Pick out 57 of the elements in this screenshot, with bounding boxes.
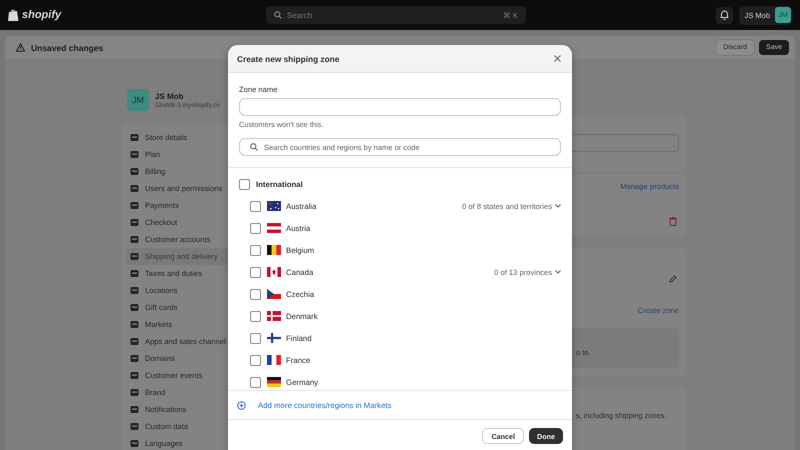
checkbox[interactable] xyxy=(250,222,261,234)
checkbox[interactable] xyxy=(250,354,261,366)
menu-item-icon xyxy=(130,218,139,227)
checkbox[interactable] xyxy=(250,310,261,322)
checkbox[interactable] xyxy=(250,266,261,278)
flag-icon xyxy=(267,201,281,211)
menu-item-icon xyxy=(130,303,139,312)
checkbox[interactable] xyxy=(250,376,261,388)
menu-item-icon xyxy=(130,337,139,346)
flag-icon xyxy=(267,311,281,321)
menu-item-icon xyxy=(130,388,139,397)
menu-item-icon xyxy=(130,235,139,244)
flag-icon xyxy=(267,377,281,387)
chevron-down-icon xyxy=(555,270,561,274)
menu-item-icon xyxy=(130,269,139,278)
close-icon xyxy=(554,55,561,62)
search-icon xyxy=(274,11,282,19)
shopping-bag-icon xyxy=(8,8,19,22)
menu-item-icon xyxy=(130,167,139,176)
checkbox[interactable] xyxy=(250,200,261,212)
menu-item-icon xyxy=(130,371,139,380)
trash-icon[interactable] xyxy=(669,217,677,226)
shopify-logo-text[interactable]: shopify xyxy=(22,9,62,21)
checkbox[interactable] xyxy=(250,288,261,300)
warning-icon xyxy=(16,43,25,52)
menu-item-icon xyxy=(130,201,139,210)
checkbox[interactable] xyxy=(239,178,250,190)
menu-item-icon xyxy=(130,133,139,142)
bell-icon xyxy=(720,10,729,20)
menu-item-icon xyxy=(130,150,139,159)
flag-icon xyxy=(267,267,281,277)
menu-item-icon xyxy=(130,320,139,329)
plus-circle-icon[interactable] xyxy=(237,400,246,410)
menu-item-icon xyxy=(130,286,139,295)
flag-icon xyxy=(267,289,281,299)
pencil-icon[interactable] xyxy=(669,275,677,283)
checkbox[interactable] xyxy=(250,332,261,344)
dialog-title: Create new shipping zone xyxy=(237,54,340,64)
flag-icon xyxy=(267,333,281,343)
search-icon xyxy=(250,143,258,151)
zone-name-field[interactable] xyxy=(239,98,561,116)
menu-item-icon xyxy=(130,184,139,193)
flag-icon xyxy=(267,245,281,255)
store-name: JS Mob xyxy=(155,92,184,100)
flag-icon xyxy=(267,355,281,365)
unsaved-changes-title: Unsaved changes xyxy=(31,42,104,52)
store-avatar: JM xyxy=(127,89,149,111)
notifications-button[interactable] xyxy=(716,6,733,24)
flag-icon xyxy=(267,223,281,233)
menu-item-icon xyxy=(130,252,139,261)
menu-item-icon xyxy=(130,422,139,431)
menu-item-icon xyxy=(130,354,139,363)
search-placeholder: Search xyxy=(287,10,314,20)
menu-item-icon xyxy=(130,405,139,414)
checkbox[interactable] xyxy=(250,244,261,256)
chevron-down-icon xyxy=(555,204,561,208)
close-button[interactable] xyxy=(552,53,563,64)
